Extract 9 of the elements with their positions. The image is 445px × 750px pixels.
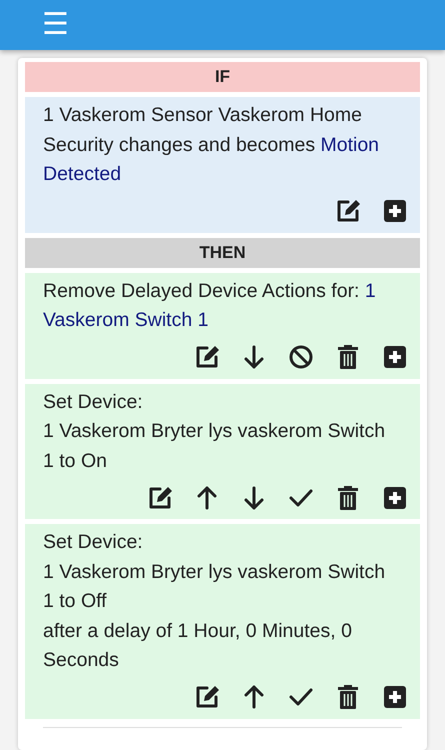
rule-text: 1 Vaskerom Bryter lys vaskerom Switch 1 to On [43, 419, 386, 474]
rule-text: after a delay of 1 Hour, 0 Minutes, 0 Seconds [43, 618, 353, 673]
rule-text: Set Device: [43, 390, 144, 414]
section-header: THEN [25, 238, 420, 268]
section-header: IF [25, 62, 420, 92]
rule-text: Set Device: [43, 530, 144, 555]
rule-text: 1 Vaskerom Sensor Vaskerom Home Security changes and becomes Motion Detected [43, 103, 380, 187]
rule-text: Remove Delayed Device Actions for: 1 Vaskerom Switch 1 [43, 278, 377, 333]
menu-button[interactable]: ☰ [42, 10, 69, 40]
